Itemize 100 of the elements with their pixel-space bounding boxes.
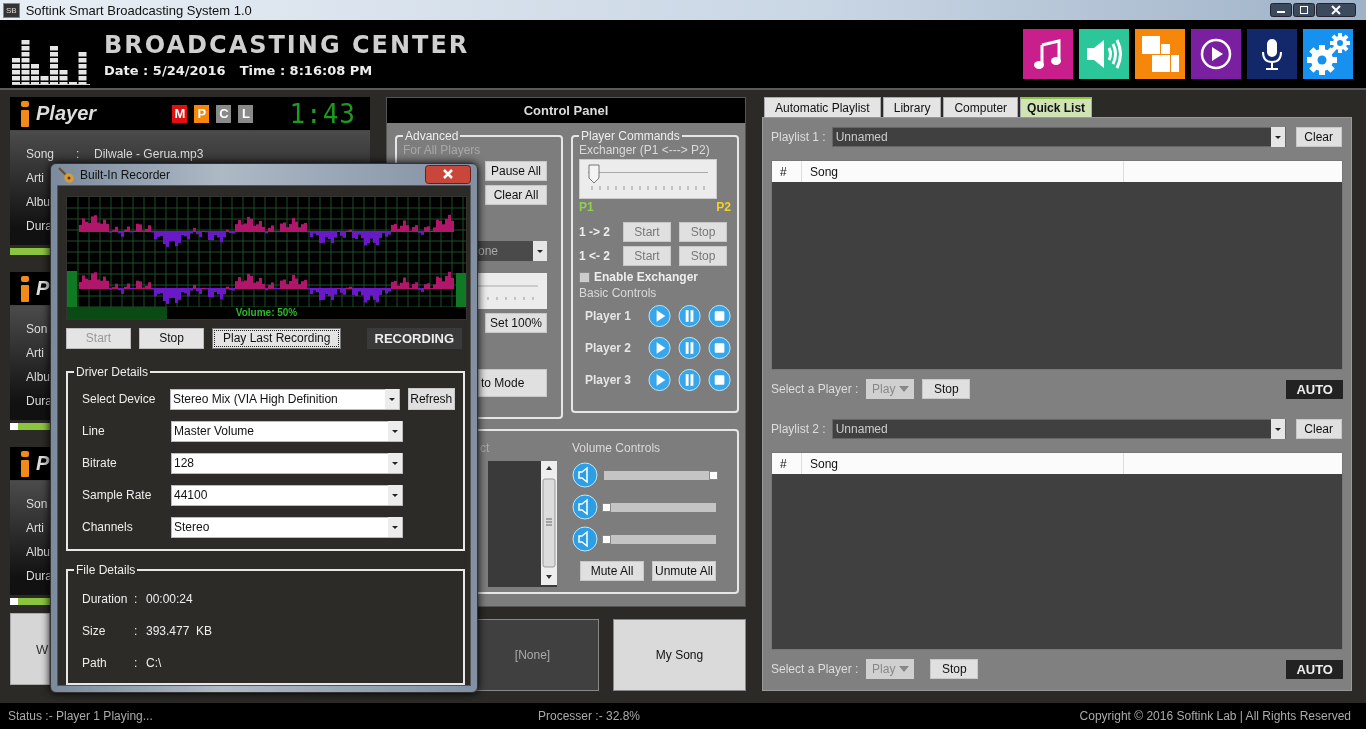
recorder-button[interactable]: Play Last Recording bbox=[212, 327, 342, 349]
exchanger-label: Exchanger (P1 <---> P2) bbox=[579, 143, 711, 157]
processor-usage: Processer :- 32.8% bbox=[538, 709, 641, 723]
volume-controls-label: Volume Controls bbox=[572, 441, 662, 455]
exchanger-start-label: P1 bbox=[579, 200, 594, 214]
select-player-label: Select a Player : bbox=[771, 382, 859, 396]
song-listbox[interactable] bbox=[488, 461, 557, 587]
pause-icon[interactable] bbox=[677, 304, 701, 328]
slider-thumb[interactable] bbox=[588, 164, 600, 184]
transfer-label: 1 <- 2 bbox=[579, 249, 612, 263]
volume-track[interactable] bbox=[604, 470, 716, 480]
quick-slot-button[interactable]: W bbox=[10, 613, 50, 685]
status-text: Status :- Player 1 Playing... bbox=[8, 709, 154, 723]
speaker-icon[interactable] bbox=[572, 462, 598, 488]
field-label: Son bbox=[26, 497, 48, 511]
column-header[interactable]: Song bbox=[802, 161, 1124, 182]
column-header[interactable]: # bbox=[772, 161, 802, 182]
field-label: Sample Rate bbox=[82, 488, 153, 502]
stop-button[interactable]: Stop bbox=[930, 659, 979, 679]
field-value: 393.477 KB bbox=[146, 624, 213, 638]
exchanger-end-label: P2 bbox=[716, 200, 731, 214]
play-icon[interactable] bbox=[647, 368, 671, 392]
close-icon[interactable] bbox=[425, 165, 471, 184]
microphone-icon bbox=[1260, 37, 1284, 71]
progress-thumb[interactable] bbox=[10, 423, 18, 430]
clear-button[interactable]: Clear bbox=[1295, 127, 1342, 147]
volume-thumb[interactable] bbox=[709, 470, 718, 480]
mode-button[interactable]: to Mode bbox=[478, 369, 547, 397]
field-value: 00:00:24 bbox=[146, 592, 193, 606]
field-label: Arti bbox=[26, 521, 44, 535]
setting-dropdown[interactable]: Stereo Mix (VIA High Definition bbox=[170, 388, 400, 410]
song-slot-button[interactable]: My Song bbox=[613, 619, 746, 691]
stop-button[interactable]: Stop bbox=[922, 379, 971, 399]
pause-all-button[interactable]: Pause All bbox=[485, 161, 547, 181]
unmute-all-button[interactable]: Unmute All bbox=[652, 561, 716, 581]
speaker-tile-button[interactable] bbox=[1079, 29, 1129, 79]
column-header[interactable]: # bbox=[772, 453, 802, 474]
start-button[interactable]: Start bbox=[623, 222, 671, 242]
setting-dropdown[interactable]: Stereo bbox=[171, 516, 403, 538]
auto-mode-badge[interactable]: AUTO bbox=[1286, 379, 1343, 399]
close-icon[interactable] bbox=[1316, 3, 1356, 17]
trackbar-icon[interactable] bbox=[478, 273, 547, 309]
tab[interactable]: Computer bbox=[943, 97, 1019, 117]
speaker-icon[interactable] bbox=[572, 494, 598, 520]
field-value: Dilwale - Gerua.mp3 bbox=[94, 147, 204, 161]
field-label: Select Device bbox=[82, 392, 157, 406]
stop-button[interactable]: Stop bbox=[679, 222, 727, 242]
tab[interactable]: Automatic Playlist bbox=[764, 97, 881, 117]
exchanger-slider[interactable] bbox=[579, 159, 717, 199]
stop-icon[interactable] bbox=[707, 336, 731, 360]
mode-badge[interactable]: M bbox=[172, 104, 188, 123]
recorder-button[interactable]: Stop bbox=[139, 327, 204, 349]
playlist-dropdown[interactable]: Unnamed bbox=[831, 127, 1286, 147]
set-full-button[interactable]: Set 100% bbox=[485, 313, 547, 333]
stop-button[interactable]: Stop bbox=[679, 246, 727, 266]
mute-all-button[interactable]: Mute All bbox=[580, 561, 644, 581]
enable-exchanger-checkbox[interactable] bbox=[579, 271, 590, 283]
scrollbar-icon[interactable] bbox=[541, 461, 557, 585]
pause-icon[interactable] bbox=[677, 368, 701, 392]
group-legend: Advanced bbox=[403, 129, 461, 143]
setting-dropdown[interactable]: 44100 bbox=[171, 484, 403, 506]
field-separator: : bbox=[134, 592, 139, 606]
clear-button[interactable]: Clear bbox=[1295, 419, 1342, 439]
recorder-title: Built-In Recorder bbox=[80, 167, 171, 182]
column-header[interactable]: Song bbox=[802, 453, 1124, 474]
stop-icon[interactable] bbox=[707, 368, 731, 392]
refresh-button[interactable]: Refresh bbox=[407, 388, 455, 410]
settings-icon bbox=[1305, 32, 1351, 76]
field-separator: : bbox=[134, 656, 139, 670]
field-label: Path bbox=[82, 656, 108, 670]
maximize-icon[interactable] bbox=[1293, 3, 1315, 17]
speaker-icon[interactable] bbox=[572, 526, 598, 552]
volume-label: Volume: 50% bbox=[235, 307, 298, 319]
mic-tile-button[interactable] bbox=[1247, 29, 1297, 79]
tab[interactable]: Library bbox=[882, 97, 942, 117]
caret-icon bbox=[898, 386, 909, 392]
play-icon[interactable] bbox=[647, 304, 671, 328]
tab[interactable]: Quick List bbox=[1020, 97, 1093, 117]
field-label: Line bbox=[82, 424, 106, 438]
settings-tile-button[interactable] bbox=[1303, 29, 1353, 79]
playlist-label: Playlist 1 : bbox=[771, 130, 826, 144]
setting-dropdown[interactable]: 128 bbox=[171, 452, 403, 474]
player-dropdown[interactable]: one bbox=[478, 241, 547, 261]
music-tile-button[interactable] bbox=[1023, 29, 1073, 79]
clear-all-button[interactable]: Clear All bbox=[485, 185, 547, 205]
squares-icon bbox=[1140, 34, 1180, 74]
minimize-icon[interactable] bbox=[1270, 3, 1292, 17]
play-icon[interactable] bbox=[647, 336, 671, 360]
select-player-label: Select a Player : bbox=[771, 662, 859, 676]
window-title: Softink Smart Broadcasting System 1.0 bbox=[25, 2, 252, 18]
auto-mode-badge[interactable]: AUTO bbox=[1286, 659, 1343, 679]
stop-icon[interactable] bbox=[707, 304, 731, 328]
pause-icon[interactable] bbox=[677, 336, 701, 360]
playlist-dropdown[interactable]: Unnamed bbox=[831, 419, 1286, 439]
setting-dropdown[interactable]: Master Volume bbox=[171, 420, 403, 442]
start-button[interactable]: Start bbox=[623, 246, 671, 266]
play-tile-button[interactable] bbox=[1191, 29, 1241, 79]
info-icon bbox=[20, 450, 30, 477]
progress-thumb[interactable] bbox=[10, 598, 18, 605]
tiles-tile-button[interactable] bbox=[1135, 29, 1185, 79]
